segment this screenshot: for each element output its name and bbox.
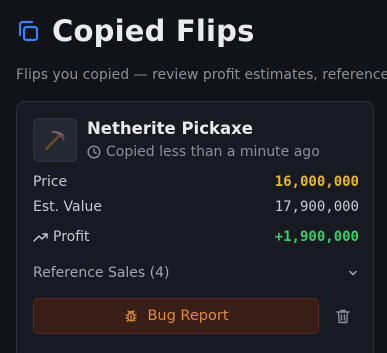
page-title: Copied Flips — [52, 14, 255, 48]
item-thumbnail — [33, 118, 77, 162]
copied-time: Copied less than a minute ago — [87, 144, 320, 160]
est-value-label: Est. Value — [33, 199, 102, 215]
price-value: 16,000,000 — [274, 174, 359, 190]
profit-value: +1,900,000 — [274, 229, 359, 245]
bug-report-label: Bug Report — [147, 308, 229, 324]
pickaxe-icon — [44, 130, 65, 151]
trending-up-icon — [33, 233, 48, 242]
reference-sales-toggle[interactable]: Reference Sales (4) — [33, 262, 359, 284]
copied-flips-page: Copied Flips Flips you copied — review p… — [0, 0, 387, 353]
price-label: Price — [33, 174, 68, 190]
trash-icon — [336, 309, 350, 323]
chevron-down-icon — [349, 270, 357, 276]
flip-card: Netherite Pickaxe Copied less than a min… — [16, 101, 374, 353]
bug-icon — [125, 310, 138, 322]
copy-icon — [18, 20, 39, 42]
bug-report-button[interactable]: Bug Report — [33, 298, 319, 334]
profit-label-row: Profit — [33, 229, 90, 245]
reference-sales-label: Reference Sales (4) — [33, 265, 170, 281]
est-value-value: 17,900,000 — [274, 199, 359, 215]
copied-time-text: Copied less than a minute ago — [106, 144, 320, 160]
item-name: Netherite Pickaxe — [87, 119, 253, 138]
page-header: Copied Flips — [16, 14, 255, 48]
delete-button[interactable] — [333, 306, 353, 326]
profit-label: Profit — [53, 229, 90, 245]
page-subtitle: Flips you copied — review profit estimat… — [16, 67, 387, 83]
clock-icon — [87, 145, 101, 159]
